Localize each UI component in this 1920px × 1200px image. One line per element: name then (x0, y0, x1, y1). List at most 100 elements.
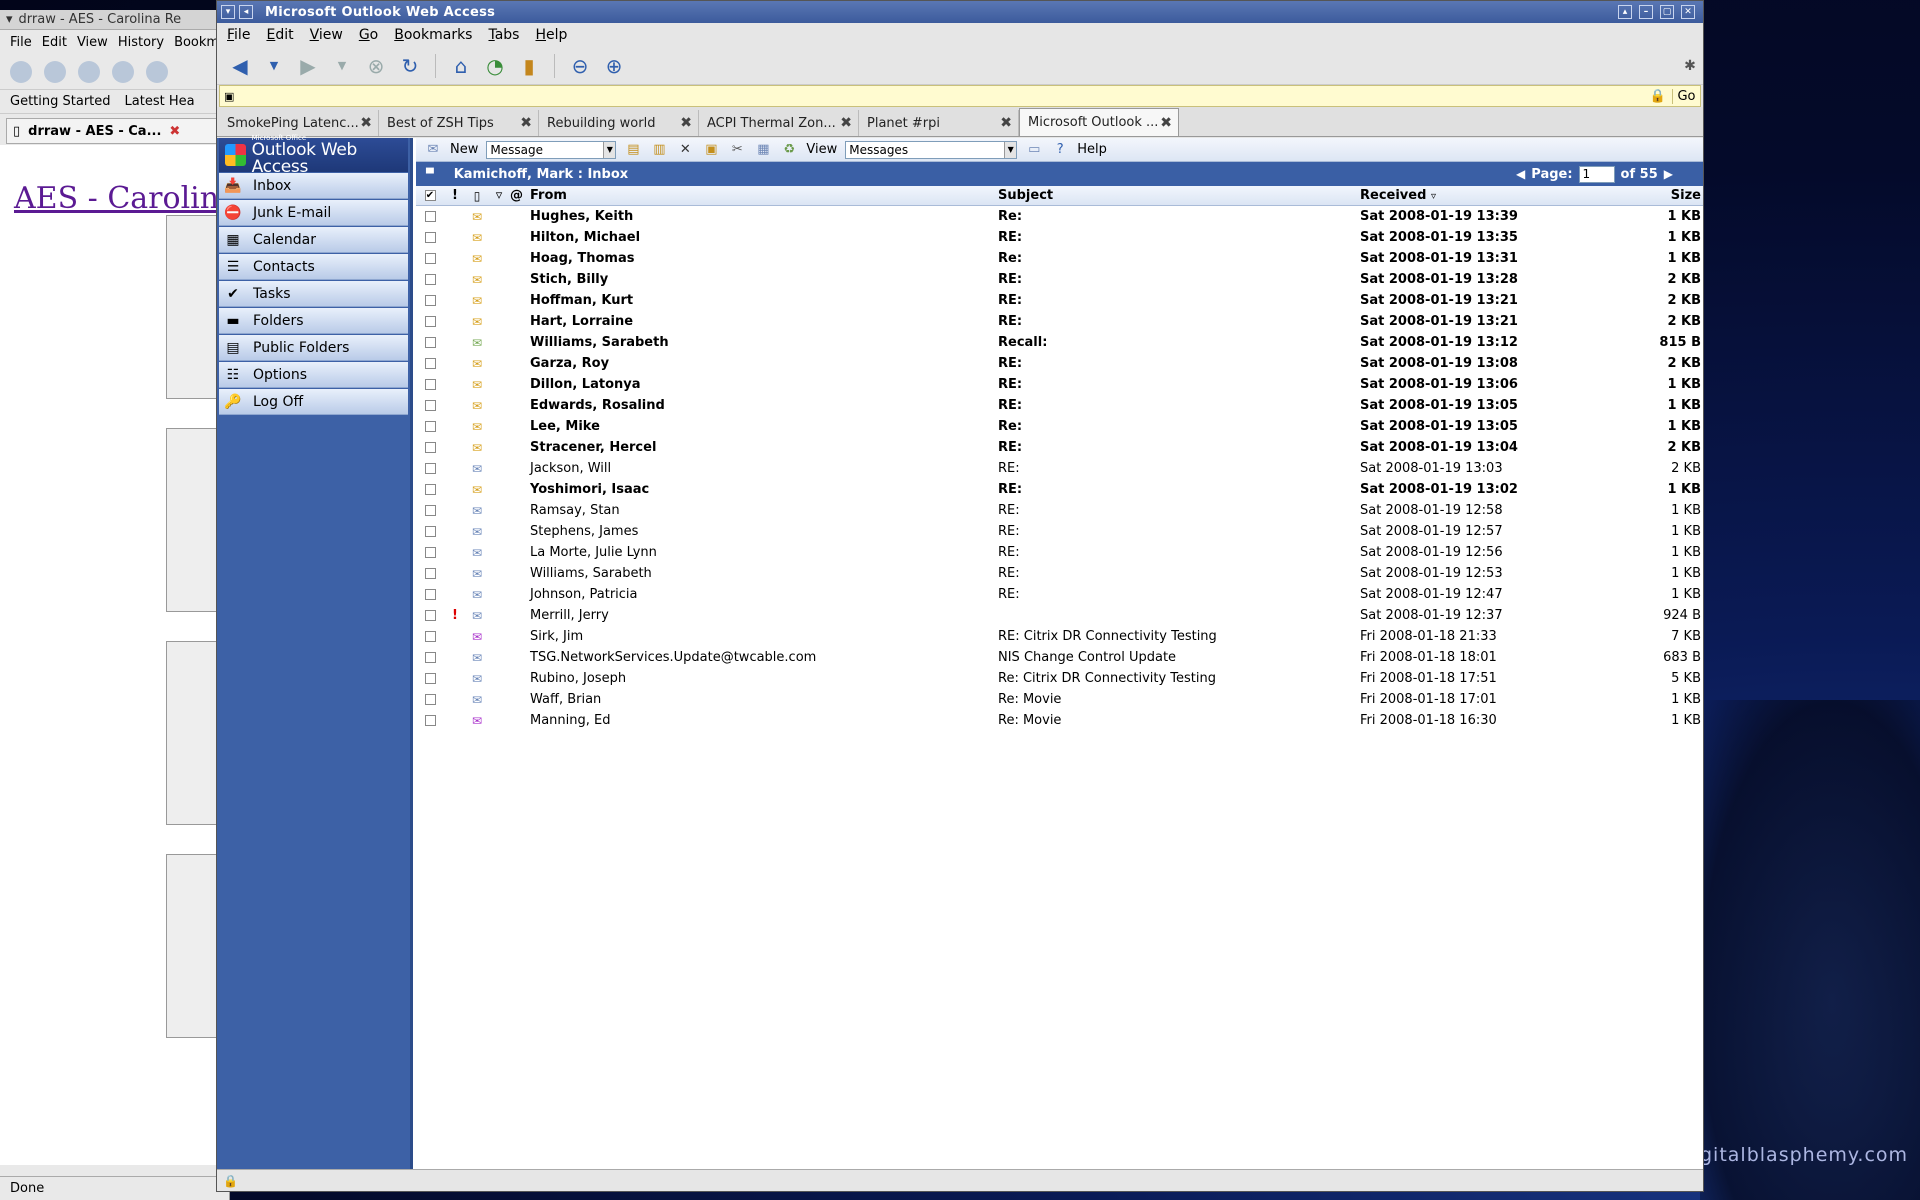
message-subject[interactable]: Re: Movie (998, 692, 1360, 707)
row-checkbox[interactable] (416, 505, 444, 516)
reload-icon[interactable]: ↻ (397, 53, 423, 79)
tab-zsh-tips[interactable]: Best of ZSH Tips ✖ (379, 110, 539, 136)
message-subject[interactable]: RE: (998, 377, 1360, 392)
select-all-checkbox[interactable]: ✔ (416, 190, 444, 201)
subject-column-header[interactable]: Subject (998, 188, 1360, 203)
message-subject[interactable]: RE: (998, 356, 1360, 371)
message-from[interactable]: Hughes, Keith (528, 209, 998, 224)
row-checkbox[interactable] (416, 589, 444, 600)
bookmark-latest-headlines[interactable]: Latest Hea (125, 94, 195, 109)
menu-view[interactable]: View (310, 27, 343, 43)
message-subject[interactable]: Re: Citrix DR Connectivity Testing (998, 671, 1360, 686)
message-row[interactable]: ✉ Sirk, Jim RE: Citrix DR Connectivity Tes… (416, 626, 1703, 647)
tab-close-icon[interactable]: ✖ (1160, 115, 1172, 131)
next-page-icon[interactable]: ▶ (1664, 167, 1673, 181)
bg-menu-view[interactable]: View (77, 35, 108, 50)
message-subject[interactable]: RE: (998, 230, 1360, 245)
attachment-column-icon[interactable]: @ (510, 188, 528, 203)
new-button[interactable]: New (450, 142, 478, 157)
message-from[interactable]: Lee, Mike (528, 419, 998, 434)
message-subject[interactable]: RE: (998, 503, 1360, 518)
menu-bookmarks[interactable]: Bookmarks (394, 27, 472, 43)
reload-icon[interactable] (78, 60, 100, 83)
window-minimize-button[interactable]: – (1639, 5, 1653, 19)
message-from[interactable]: TSG.NetworkServices.Update@twcable.com (528, 650, 998, 665)
tab-acpi-thermal[interactable]: ACPI Thermal Zon... ✖ (699, 110, 859, 136)
nav-item-public-folders[interactable]: ▤ Public Folders (219, 335, 408, 361)
row-checkbox[interactable] (416, 337, 444, 348)
tab-close-icon[interactable]: ✖ (1000, 115, 1012, 131)
window-menu-button[interactable]: ▾ (221, 5, 235, 19)
message-subject[interactable]: Re: Movie (998, 713, 1360, 728)
message-from[interactable]: Hoag, Thomas (528, 251, 998, 266)
message-row[interactable]: ✉ Stephens, James RE: Sat 2008-01-19 12:57 1… (416, 521, 1703, 542)
message-from[interactable]: Merrill, Jerry (528, 608, 998, 623)
tab-close-icon[interactable]: ✖ (680, 115, 692, 131)
message-from[interactable]: Rubino, Joseph (528, 671, 998, 686)
menu-help[interactable]: Help (535, 27, 567, 43)
previous-page-icon[interactable]: ◀ (1516, 167, 1525, 181)
forward-history-dropdown-icon[interactable]: ▼ (329, 53, 355, 79)
message-from[interactable]: Manning, Ed (528, 713, 998, 728)
nav-item-tasks[interactable]: ✔ Tasks (219, 281, 408, 307)
go-button[interactable]: Go (1672, 88, 1700, 104)
message-from[interactable]: Jackson, Will (528, 461, 998, 476)
forward-icon[interactable] (44, 60, 66, 83)
message-row[interactable]: ✉ Hart, Lorraine RE: Sat 2008-01-19 13:21 2 … (416, 311, 1703, 332)
nav-item-inbox[interactable]: 📥 Inbox (219, 173, 408, 199)
message-row[interactable]: ✉ Hilton, Michael RE: Sat 2008-01-19 13:35 1… (416, 227, 1703, 248)
message-from[interactable]: Stracener, Hercel (528, 440, 998, 455)
background-browser-window[interactable]: ▾ drraw - AES - Carolina Re File Edit Vi… (0, 10, 230, 1200)
message-row[interactable]: ✉ Manning, Ed Re: Movie Fri 2008-01-18 16:3… (416, 710, 1703, 731)
tab-close-icon[interactable]: ✖ (520, 115, 532, 131)
message-subject[interactable]: RE: (998, 293, 1360, 308)
tab-rebuilding-world[interactable]: Rebuilding world ✖ (539, 110, 699, 136)
address-bar[interactable]: ▣ 🔒 Go (219, 85, 1701, 107)
bg-menu-bookmarks[interactable]: Bookm (174, 35, 219, 50)
address-book-icon[interactable]: ▦ (754, 141, 772, 159)
message-row[interactable]: ✉ Williams, Sarabeth RE: Sat 2008-01-19 12:… (416, 563, 1703, 584)
message-subject[interactable]: RE: Citrix DR Connectivity Testing (998, 629, 1360, 644)
tab-outlook-web-access[interactable]: Microsoft Outlook ... ✖ (1019, 108, 1179, 136)
message-from[interactable]: Hilton, Michael (528, 230, 998, 245)
item-type-column-icon[interactable]: ▯ (466, 189, 488, 203)
message-from[interactable]: Stich, Billy (528, 272, 998, 287)
collapse-icon[interactable]: ▀ (426, 169, 434, 180)
importance-column-icon[interactable]: ! (444, 188, 466, 203)
back-history-dropdown-icon[interactable]: ▼ (261, 53, 287, 79)
message-subject[interactable]: Re: (998, 251, 1360, 266)
size-column-header[interactable]: Size (1618, 188, 1703, 203)
message-row[interactable]: ✉ Yoshimori, Isaac RE: Sat 2008-01-19 13:02… (416, 479, 1703, 500)
nav-item-options[interactable]: ☷ Options (219, 362, 408, 388)
window-titlebar[interactable]: ▾ ◂ Microsoft Outlook Web Access ▴ – ▢ ✕ (217, 1, 1703, 23)
browser-window[interactable]: ▾ ◂ Microsoft Outlook Web Access ▴ – ▢ ✕… (216, 0, 1704, 1192)
delete-icon[interactable]: ✕ (676, 141, 694, 159)
flag-column-icon[interactable]: ▿ (488, 188, 510, 203)
message-subject[interactable]: RE: (998, 587, 1360, 602)
message-subject[interactable]: RE: (998, 461, 1360, 476)
back-icon[interactable] (10, 60, 32, 83)
message-subject[interactable]: RE: (998, 482, 1360, 497)
message-subject[interactable]: RE: (998, 545, 1360, 560)
row-checkbox[interactable] (416, 274, 444, 285)
row-checkbox[interactable] (416, 547, 444, 558)
message-from[interactable]: Hoffman, Kurt (528, 293, 998, 308)
forward-icon[interactable]: ▶ (295, 53, 321, 79)
stop-icon[interactable] (112, 60, 134, 83)
new-message-icon[interactable]: ✉ (424, 141, 442, 159)
home-icon[interactable] (146, 60, 168, 83)
check-messages-icon[interactable]: ▣ (702, 141, 720, 159)
tab-planet-rpi[interactable]: Planet #rpi ✖ (859, 110, 1019, 136)
message-from[interactable]: Stephens, James (528, 524, 998, 539)
row-checkbox[interactable] (416, 610, 444, 621)
zoom-out-icon[interactable]: ⊖ (567, 53, 593, 79)
row-checkbox[interactable] (416, 316, 444, 327)
row-checkbox[interactable] (416, 694, 444, 705)
message-subject[interactable]: RE: (998, 440, 1360, 455)
tab-smokeping[interactable]: SmokePing Latenc... ✖ (219, 110, 379, 136)
message-from[interactable]: Williams, Sarabeth (528, 566, 998, 581)
row-checkbox[interactable] (416, 358, 444, 369)
bg-menu-file[interactable]: File (10, 35, 32, 50)
message-subject[interactable]: RE: (998, 272, 1360, 287)
view-select[interactable]: Messages ▼ (845, 140, 1018, 159)
